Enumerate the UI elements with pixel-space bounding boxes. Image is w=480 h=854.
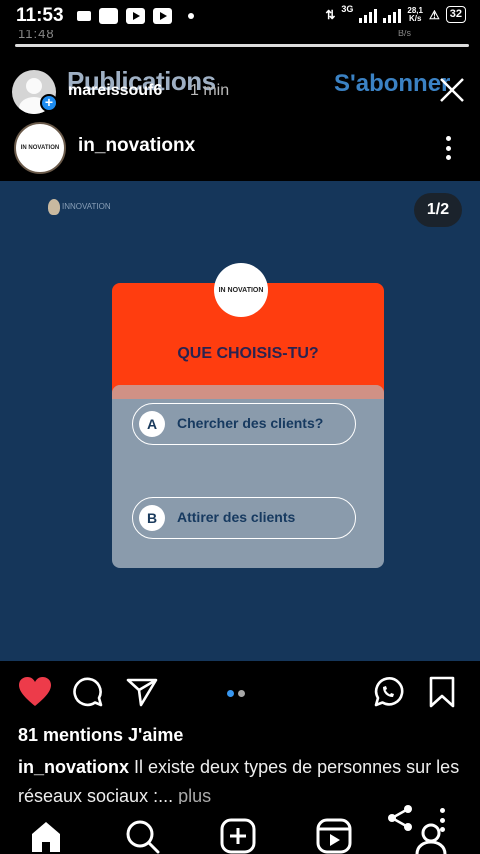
post-avatar[interactable]: IN NOVATION — [14, 122, 66, 174]
carousel-dot-active — [227, 690, 234, 697]
story-time: 1 min — [190, 82, 230, 99]
story-header: + Publications mareissouf6 1 min S'abonn… — [12, 66, 472, 118]
quiz-option-a: A Chercher des clients? — [132, 403, 356, 445]
heart-icon[interactable] — [18, 676, 52, 708]
option-text: Attirer des clients — [177, 509, 296, 525]
post-avatar-logo: IN NOVATION — [18, 126, 62, 170]
notification-icons — [77, 8, 194, 24]
option-letter: B — [139, 505, 165, 531]
alert-icon: ⚠ — [428, 7, 440, 22]
bookmark-icon[interactable] — [428, 676, 456, 708]
post-username[interactable]: in_novationx — [78, 135, 195, 157]
add-story-icon[interactable]: + — [40, 94, 58, 112]
more-notifications-icon — [188, 13, 194, 19]
speed-unit: K/s — [408, 13, 422, 23]
whatsapp-icon[interactable] — [372, 676, 404, 708]
underlay-speed-unit: B/s — [398, 30, 412, 38]
profile-icon[interactable] — [414, 822, 448, 854]
share-nodes-icon[interactable] — [386, 804, 416, 832]
quiz-option-b: B Attirer des clients — [132, 497, 356, 539]
search-icon[interactable] — [124, 818, 160, 854]
likes-count[interactable]: 81 mentions J'aime — [18, 725, 183, 746]
signal-icon — [359, 7, 378, 23]
bottom-nav — [0, 804, 480, 854]
story-progress-bar — [15, 44, 469, 47]
caption-more-link[interactable]: plus — [173, 786, 211, 806]
youtube-icon — [153, 8, 172, 24]
option-text: Chercher des clients? — [177, 415, 324, 431]
subscribe-button[interactable]: S'abonner — [334, 70, 450, 98]
post-caption: in_novationx Il existe deux types de per… — [18, 753, 468, 811]
battery-icon: 32 — [445, 6, 466, 23]
add-icon[interactable] — [220, 818, 256, 854]
option-letter: A — [139, 411, 165, 437]
home-icon[interactable] — [28, 818, 64, 854]
status-time: 11:53 — [16, 5, 64, 26]
post-actions — [0, 662, 480, 722]
system-icons: ⇅ 3G 28,1 K/s ⚠ 32 — [325, 3, 466, 23]
carousel-indicator — [227, 690, 245, 697]
comment-icon[interactable] — [72, 676, 104, 708]
page-counter: 1/2 — [414, 193, 462, 227]
watermark-text: INNOVATION — [62, 202, 111, 212]
brand-watermark: INNOVATION — [48, 199, 111, 215]
signal-icon-2 — [383, 7, 402, 23]
underlay-time: 11:48 — [18, 30, 55, 41]
story-username[interactable]: mareissouf6 — [68, 82, 162, 100]
message-icon — [77, 11, 91, 21]
caption-username[interactable]: in_novationx — [18, 757, 129, 777]
quiz-logo: IN NOVATION — [214, 263, 268, 317]
post-image[interactable]: INNOVATION 1/2 IN NOVATION QUE CHOISIS-T… — [0, 181, 480, 661]
network-speed: 28,1 K/s — [407, 6, 423, 23]
status-bar: 11:53 ⇅ 3G 28,1 K/s ⚠ 32 — [0, 0, 480, 34]
close-icon[interactable] — [438, 76, 466, 104]
network-type: 3G — [341, 3, 354, 14]
send-icon[interactable] — [126, 676, 158, 708]
youtube-icon — [126, 8, 145, 24]
more-options-icon[interactable] — [446, 136, 452, 160]
news-icon — [99, 8, 118, 24]
post-header: IN NOVATION in_novationx — [0, 118, 480, 180]
carousel-dot — [238, 690, 245, 697]
quiz-card: IN NOVATION QUE CHOISIS-TU? A Chercher d… — [112, 263, 384, 568]
data-transfer-icon: ⇅ — [325, 7, 336, 22]
quiz-question: QUE CHOISIS-TU? — [177, 345, 319, 362]
reels-icon[interactable] — [316, 818, 352, 854]
lightbulb-icon — [48, 199, 60, 215]
